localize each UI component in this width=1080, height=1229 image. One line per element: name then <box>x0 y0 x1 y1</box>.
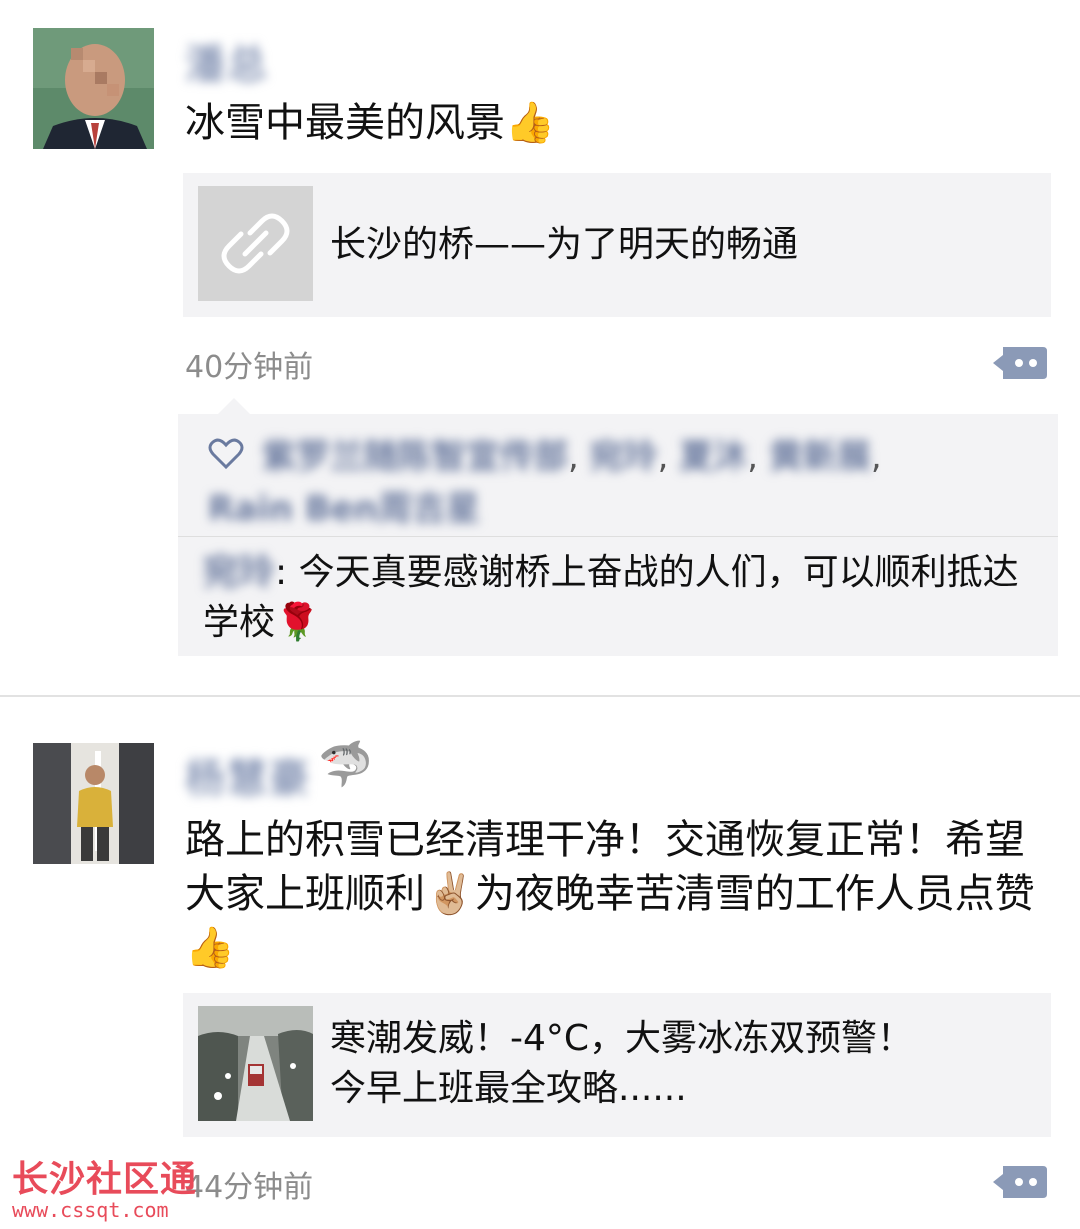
link-card[interactable]: 寒潮发威！-4°C，大雾冰冻双预警！ 今早上班最全攻略...... <box>183 993 1051 1137</box>
post-divider <box>0 695 1080 697</box>
author-name[interactable]: 潘总 <box>185 32 269 90</box>
divider <box>178 536 1058 537</box>
post-time: 40分钟前 <box>185 350 314 385</box>
link-title: 长沙的桥——为了明天的畅通 <box>330 224 799 265</box>
avatar[interactable] <box>33 28 154 149</box>
link-thumbnail <box>198 1006 313 1121</box>
watermark-title: 长沙社区通 <box>12 1159 198 1200</box>
like-user[interactable]: 夏沐 <box>679 437 747 477</box>
shark-emoji: 🦈 <box>318 739 373 790</box>
link-thumbnail <box>198 186 313 301</box>
heart-outline-icon <box>208 434 244 484</box>
like-user[interactable]: 黄新展 <box>769 437 871 477</box>
comment-more-icon[interactable] <box>991 1162 1048 1202</box>
interaction-panel: 紫罗兰随陈智宣传部, 宛玲, 夏沐, 黄新展, Rain Ben周吉星 宛玲: 今… <box>178 398 1058 656</box>
comment-more-icon[interactable] <box>991 343 1048 383</box>
likes-list: 紫罗兰随陈智宣传部, 宛玲, 夏沐, 黄新展, Rain Ben周吉星 <box>208 432 1038 534</box>
like-user[interactable]: 宛玲 <box>590 437 658 477</box>
comment-text: : 今天真要感谢桥上奋战的人们，可以顺利抵达学校🌹 <box>203 552 1019 643</box>
link-title: 寒潮发威！-4°C，大雾冰冻双预警！ <box>330 1018 914 1059</box>
like-user[interactable]: Rain Ben周吉星 <box>208 489 480 529</box>
like-user[interactable]: 紫罗兰随陈智宣传部 <box>262 437 568 477</box>
comment-author[interactable]: 宛玲 <box>203 552 275 593</box>
comment-item[interactable]: 宛玲: 今天真要感谢桥上奋战的人们，可以顺利抵达学校🌹 <box>203 548 1023 648</box>
link-card[interactable]: 长沙的桥——为了明天的畅通 <box>183 173 1051 317</box>
post-time: 44分钟前 <box>185 1170 314 1205</box>
link-title: 今早上班最全攻略...... <box>330 1068 687 1109</box>
author-name[interactable]: 杨慧豪 <box>185 746 311 804</box>
post-text: 路上的积雪已经清理干净！交通恢复正常！希望大家上班顺利✌🏼为夜晚幸苦清雪的工作人… <box>185 817 1035 971</box>
watermark: 长沙社区通 www.cssqt.com <box>12 1150 197 1222</box>
post-text: 冰雪中最美的风景👍 <box>185 100 555 146</box>
link-icon <box>221 213 290 274</box>
avatar[interactable] <box>33 743 154 864</box>
